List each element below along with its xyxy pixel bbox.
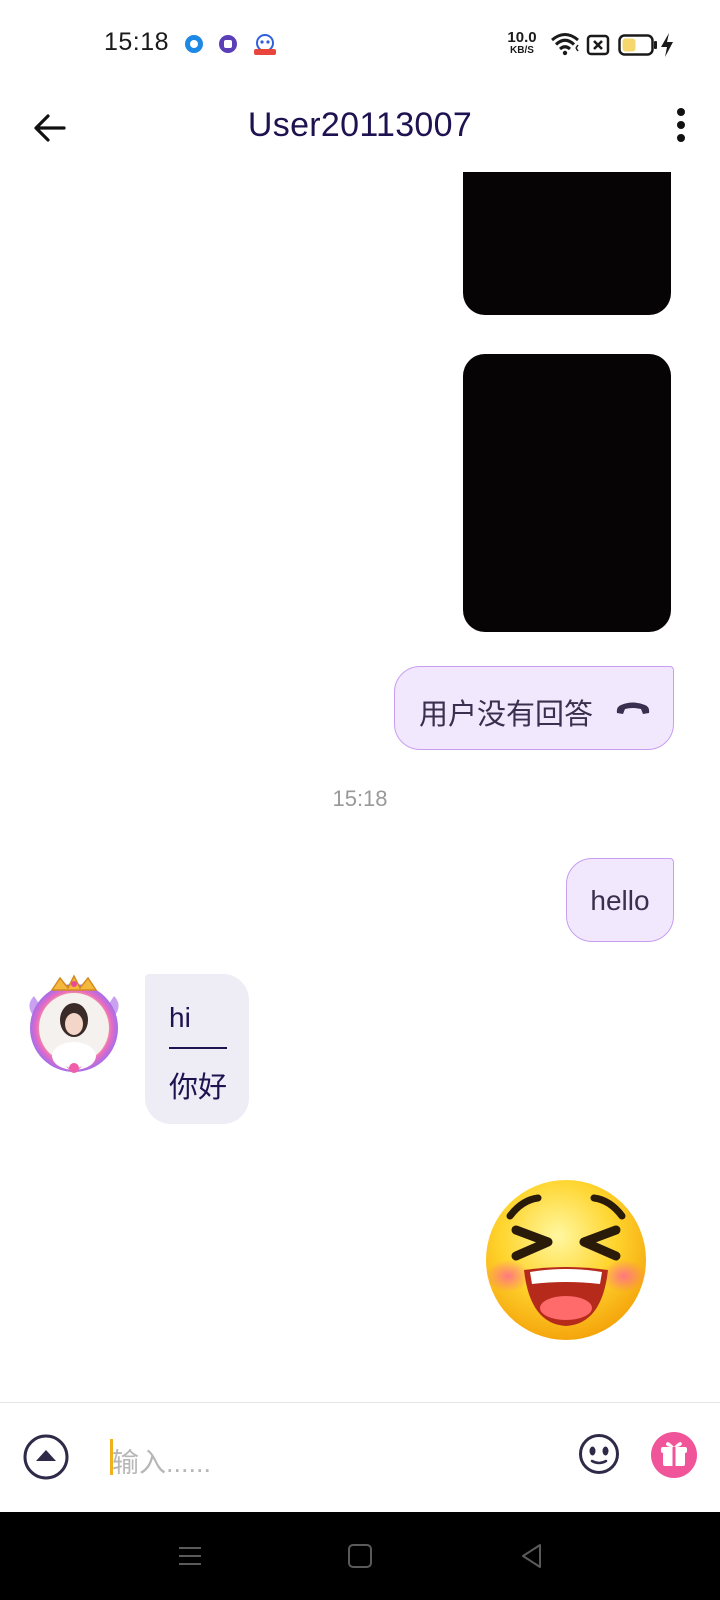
- battery-icon: [618, 34, 658, 61]
- phone-hangup-icon: [613, 695, 653, 723]
- expand-up-icon: [23, 1434, 69, 1480]
- system-nav-bar: [0, 1512, 720, 1600]
- triangle-back-icon: [522, 1544, 541, 1568]
- recent-apps-button[interactable]: [176, 1542, 204, 1570]
- expand-panel-button[interactable]: [22, 1433, 70, 1481]
- media-message[interactable]: [463, 354, 671, 632]
- call-status-text: 用户没有回答: [419, 699, 594, 731]
- time-separator: 15:18: [332, 786, 388, 811]
- page-title: User20113007: [247, 106, 473, 144]
- more-vertical-icon: [677, 108, 685, 142]
- message-input[interactable]: 输入......: [110, 1433, 550, 1481]
- chat-header: User20113007: [0, 88, 720, 172]
- avatar[interactable]: [22, 974, 126, 1078]
- charging-icon: [660, 32, 674, 63]
- menu-lines-icon: [179, 1547, 201, 1565]
- laughing-emoji-sticker[interactable]: [482, 1176, 650, 1344]
- smiley-icon: [579, 1434, 619, 1474]
- circle-app-icon: [184, 34, 204, 54]
- net-speed-value: 10.0: [507, 29, 537, 46]
- square-app-icon: [218, 34, 238, 54]
- translation-divider: [169, 1047, 227, 1049]
- gift-button[interactable]: [650, 1431, 698, 1479]
- status-time: 15:18: [104, 28, 170, 56]
- net-speed-unit: KB/S: [510, 45, 534, 56]
- notification-icons: [184, 34, 276, 55]
- sim-off-icon: [586, 34, 610, 61]
- message-translation-text: 你好: [169, 1072, 228, 1104]
- home-button[interactable]: [346, 1542, 374, 1570]
- wifi-icon: [550, 32, 580, 61]
- incoming-message[interactable]: hi 你好: [145, 974, 249, 1124]
- emoji-button[interactable]: [578, 1433, 620, 1475]
- input-bar: 输入......: [0, 1402, 720, 1512]
- message-original-text: hi: [169, 1002, 191, 1033]
- message-text: hello: [590, 885, 650, 916]
- network-speed: 10.0 KB/S: [502, 30, 542, 56]
- status-bar: 15:18 10.0 KB/S: [0, 0, 720, 88]
- more-menu-button[interactable]: [666, 102, 696, 148]
- call-status-bubble[interactable]: 用户没有回答: [394, 666, 674, 750]
- outgoing-message[interactable]: hello: [566, 858, 674, 942]
- media-message[interactable]: [463, 172, 671, 315]
- system-back-button[interactable]: [518, 1542, 546, 1570]
- baidu-app-icon: [252, 34, 276, 55]
- gift-icon: [651, 1432, 697, 1478]
- message-input-placeholder: 输入......: [112, 1448, 212, 1478]
- square-home-icon: [348, 1544, 372, 1568]
